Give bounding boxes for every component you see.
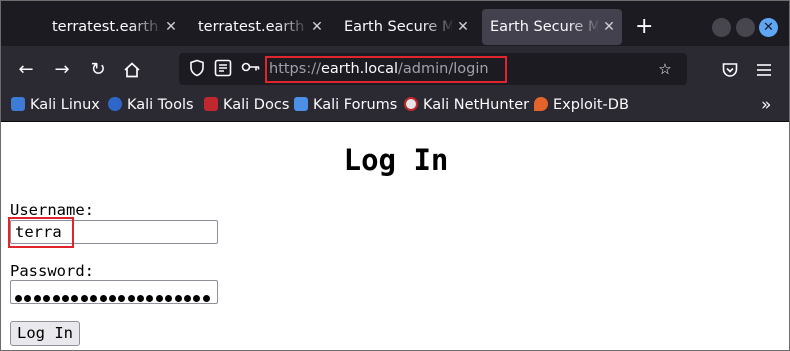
exploit-db-icon — [534, 97, 548, 111]
back-icon[interactable]: ← — [13, 57, 39, 83]
password-dot — [15, 295, 22, 302]
bookmark-star-icon[interactable]: ☆ — [655, 59, 675, 79]
password-dot — [155, 295, 163, 302]
password-dot — [193, 295, 201, 302]
password-dot — [184, 295, 192, 302]
url-highlight-box — [265, 56, 507, 83]
pocket-icon[interactable] — [717, 57, 743, 83]
password-dot — [43, 295, 51, 302]
kali-dragon-icon — [11, 97, 25, 111]
password-dot — [52, 295, 60, 302]
kali-tools-icon — [108, 97, 122, 111]
home-icon[interactable] — [119, 57, 145, 83]
close-icon[interactable]: ✕ — [310, 9, 324, 45]
password-dot — [33, 295, 41, 302]
close-icon[interactable]: ✕ — [602, 9, 616, 45]
username-highlight-box — [8, 217, 74, 248]
bookmark-kali-linux[interactable]: Kali Linux — [11, 95, 100, 115]
forward-icon[interactable]: → — [49, 57, 75, 83]
page-info-icon[interactable] — [213, 59, 233, 79]
close-window-button[interactable]: ✕ — [759, 18, 778, 37]
password-dot — [146, 295, 154, 302]
password-dot — [202, 295, 210, 302]
password-dot — [99, 295, 107, 302]
tab-earth-secure-active[interactable]: Earth Secure Mes ✕ — [482, 9, 622, 45]
password-dot — [90, 295, 98, 302]
kali-nethunter-icon — [404, 97, 418, 111]
password-mask — [15, 287, 212, 302]
page-title: Log In — [343, 143, 449, 177]
password-dot — [165, 295, 173, 302]
browser-window: terratest.earth.lo ✕ terratest.earth.lo … — [0, 0, 790, 351]
key-icon[interactable] — [241, 59, 261, 79]
new-tab-button[interactable]: + — [635, 13, 653, 41]
tab-terratest-1[interactable]: terratest.earth.lo ✕ — [44, 9, 184, 45]
password-dot — [80, 295, 88, 302]
password-dot — [174, 295, 182, 302]
password-input[interactable] — [10, 280, 218, 304]
bookmark-kali-tools[interactable]: Kali Tools — [108, 95, 194, 115]
password-dot — [24, 295, 32, 302]
password-dot — [71, 295, 79, 302]
bookmark-exploit-db[interactable]: Exploit-DB — [534, 95, 629, 115]
bookmark-kali-nethunter[interactable]: Kali NetHunter — [404, 95, 529, 115]
password-dot — [137, 295, 145, 302]
password-dot — [127, 295, 135, 302]
bookmark-kali-forums[interactable]: Kali Forums — [294, 95, 397, 115]
password-dot — [61, 295, 69, 302]
bookmark-kali-docs[interactable]: Kali Docs — [204, 95, 289, 115]
kali-forums-icon — [294, 97, 308, 111]
tab-terratest-2[interactable]: terratest.earth.lo ✕ — [190, 9, 330, 45]
tab-earth-secure-1[interactable]: Earth Secure Mes ✕ — [336, 9, 476, 45]
menu-icon[interactable] — [751, 57, 777, 83]
close-icon[interactable]: ✕ — [164, 9, 178, 45]
minimize-button[interactable] — [712, 18, 731, 37]
maximize-button[interactable] — [736, 18, 755, 37]
close-icon[interactable]: ✕ — [456, 9, 470, 45]
login-button[interactable]: Log In — [10, 321, 80, 346]
shield-icon[interactable] — [187, 59, 207, 79]
password-dot — [108, 295, 116, 302]
password-label: Password: — [10, 262, 94, 280]
chevron-more-icon[interactable]: » — [761, 95, 771, 115]
reload-icon[interactable]: ↻ — [85, 57, 111, 83]
kali-docs-icon — [204, 97, 218, 111]
password-dot — [118, 295, 126, 302]
